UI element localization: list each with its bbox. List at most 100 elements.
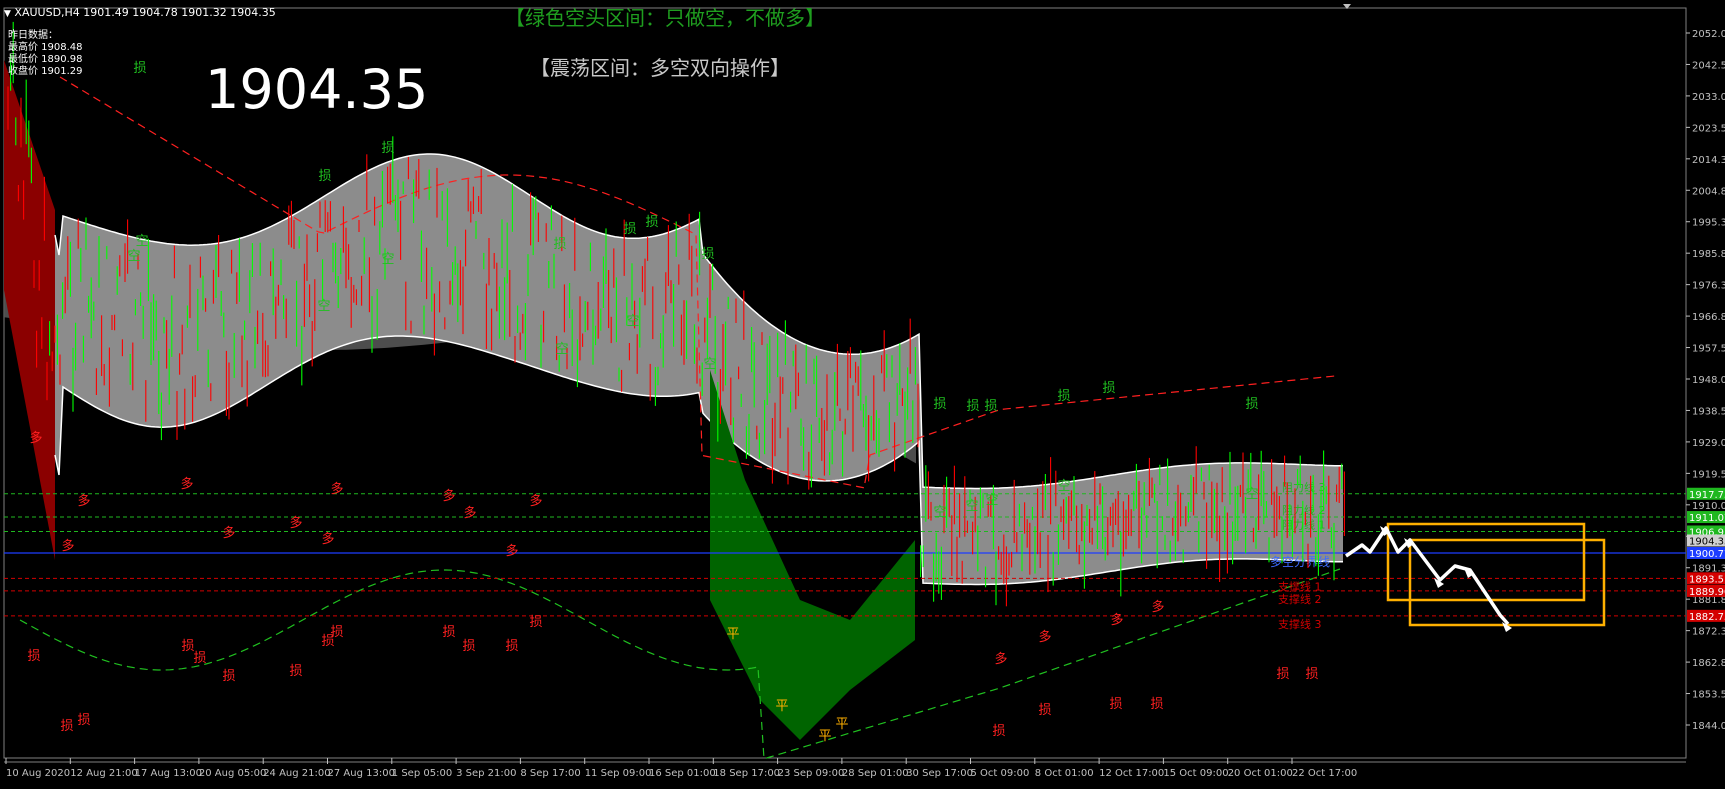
time-tick-label: 16 Sep 01:00 <box>649 768 716 779</box>
prev-day-high: 最高价 1908.48 <box>8 42 83 53</box>
price-badge-label: 1889.90 <box>1689 587 1725 598</box>
time-tick-label: 8 Sep 17:00 <box>520 768 580 779</box>
signal-marker: 损 <box>77 713 90 728</box>
signal-marker: 损 <box>1150 697 1163 712</box>
signal-marker: 损 <box>60 719 73 734</box>
signal-marker: 多 <box>505 543 518 559</box>
signal-marker: 损 <box>381 141 394 156</box>
price-tick-label: 2004.80 <box>1692 186 1725 197</box>
signal-marker: 多 <box>1151 599 1164 615</box>
signal-marker: 空 <box>555 342 568 357</box>
time-tick-label: 15 Oct 09:00 <box>1163 768 1228 779</box>
signal-marker: 损 <box>1038 703 1051 718</box>
prev-day-panel: 昨日数据： 最高价 1908.48 最低价 1890.98 收盘价 1901.2… <box>8 30 83 78</box>
time-tick-label: 27 Aug 13:00 <box>328 768 395 779</box>
price-tick-label: 1948.05 <box>1692 375 1725 386</box>
time-tick-label: 8 Oct 01:00 <box>1035 768 1094 779</box>
signal-marker: 损 <box>623 222 636 237</box>
time-tick-label: 12 Aug 21:00 <box>70 768 137 779</box>
price-badge-label: 1882.75 <box>1689 612 1725 623</box>
price-tick-label: 1919.55 <box>1692 469 1725 480</box>
signal-marker: 损 <box>318 169 331 184</box>
signal-marker: 多 <box>529 493 542 509</box>
prev-day-close: 收盘价 1901.29 <box>8 66 83 77</box>
price-tick-label: 1910.05 <box>1692 501 1725 512</box>
signal-marker: 损 <box>330 625 343 640</box>
price-tick-label: 2014.30 <box>1692 155 1725 166</box>
time-tick-label: 3 Sep 21:00 <box>456 768 516 779</box>
signal-marker: 平 <box>726 627 739 642</box>
signal-marker: 损 <box>1276 667 1289 682</box>
resistance-label: 阻力线 2 <box>1282 503 1326 517</box>
signal-marker: 损 <box>984 399 997 414</box>
time-tick-label: 20 Aug 05:00 <box>199 768 266 779</box>
resistance-label: 阻力线 3 <box>1282 480 1326 494</box>
signal-marker: 多 <box>994 651 1007 667</box>
signal-marker: 空 <box>965 499 978 514</box>
signal-marker: 平 <box>818 729 831 744</box>
time-tick-label: 10 Aug 2020 <box>6 768 70 779</box>
signal-marker: 多 <box>1110 612 1123 628</box>
signal-marker: 空 <box>135 234 148 249</box>
signal-marker: 损 <box>133 61 146 76</box>
time-tick-label: 11 Sep 09:00 <box>585 768 652 779</box>
signal-marker: 损 <box>1305 667 1318 682</box>
time-tick-label: 20 Oct 01:00 <box>1228 768 1293 779</box>
signal-marker: 多 <box>29 430 42 446</box>
signal-marker: 空 <box>985 493 998 508</box>
price-badge-label: 1900.77 <box>1689 549 1725 560</box>
signal-marker: 多 <box>442 488 455 504</box>
price-badge-label: 1911.07 <box>1689 513 1725 524</box>
signal-marker: 平 <box>835 717 848 732</box>
signal-marker: 空 <box>703 357 716 372</box>
time-tick-label: 17 Aug 13:00 <box>135 768 202 779</box>
prev-day-title: 昨日数据： <box>8 30 58 41</box>
divider-label: 多空分界线 <box>1270 555 1330 569</box>
signal-marker: 损 <box>462 639 475 654</box>
price-badge-label: 1917.75 <box>1689 490 1725 501</box>
signal-marker: 空 <box>127 249 140 264</box>
signal-marker: 损 <box>289 664 302 679</box>
price-tick-label: 2042.55 <box>1692 60 1725 71</box>
symbol-header-text: XAUUSD,H4 1901.49 1904.78 1901.32 1904.3… <box>14 6 276 19</box>
signal-marker: 多 <box>222 525 235 541</box>
price-badge-label: 1893.51 <box>1689 574 1725 585</box>
signal-marker: 损 <box>529 615 542 630</box>
signal-marker: 多 <box>77 493 90 509</box>
price-tick-label: 1995.30 <box>1692 218 1725 229</box>
price-tick-label: 2023.55 <box>1692 123 1725 134</box>
price-tick-label: 1844.05 <box>1692 721 1725 732</box>
support-label: 支撑线 2 <box>1278 592 1322 606</box>
signal-marker: 损 <box>1057 389 1070 404</box>
signal-marker: 损 <box>505 639 518 654</box>
signal-marker: 损 <box>1245 397 1258 412</box>
price-tick-label: 1929.05 <box>1692 438 1725 449</box>
signal-marker: 多 <box>289 515 302 531</box>
range-zone-note: 【震荡区间：多空双向操作】 <box>530 56 790 80</box>
dropdown-triangle-icon[interactable]: ▼ <box>4 9 11 19</box>
signal-marker: 损 <box>222 669 235 684</box>
price-tick-label: 1853.55 <box>1692 690 1725 701</box>
signal-marker: 损 <box>701 247 714 262</box>
prev-day-low: 最低价 1890.98 <box>8 54 83 65</box>
resistance-label: 阻力线 1 <box>1282 518 1326 532</box>
time-tick-label: 5 Oct 09:00 <box>971 768 1030 779</box>
price-tick-label: 1872.30 <box>1692 627 1725 638</box>
price-tick-label: 1976.30 <box>1692 281 1725 292</box>
time-tick-label: 23 Sep 09:00 <box>778 768 845 779</box>
price-tick-label: 1966.80 <box>1692 312 1725 323</box>
signal-marker: 多 <box>1038 629 1051 645</box>
price-tick-label: 1862.80 <box>1692 658 1725 669</box>
signal-marker: 空 <box>317 299 330 314</box>
forecast-path <box>1345 526 1510 626</box>
price-tick-label: 1938.55 <box>1692 406 1725 417</box>
signal-marker: 多 <box>180 476 193 492</box>
time-tick-label: 18 Sep 17:00 <box>713 768 780 779</box>
signal-marker: 损 <box>442 625 455 640</box>
signal-marker: 空 <box>626 314 639 329</box>
signal-marker: 多 <box>61 538 74 554</box>
signal-marker: 损 <box>645 215 658 230</box>
forecast-box-1 <box>1386 522 1586 602</box>
time-tick-label: 24 Aug 21:00 <box>263 768 330 779</box>
signal-marker: 损 <box>992 724 1005 739</box>
